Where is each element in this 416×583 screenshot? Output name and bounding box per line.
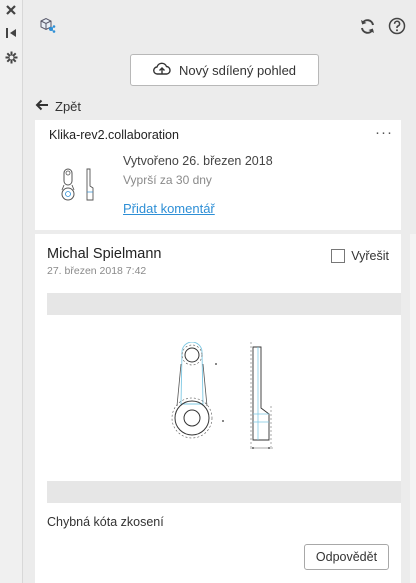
new-shared-view-button[interactable]: Nový sdílený pohled <box>130 54 319 86</box>
comment-date: 27. březen 2018 7:42 <box>47 265 147 277</box>
snapshot-top-bar <box>47 293 401 315</box>
comment-snapshot-drawing[interactable] <box>165 341 285 456</box>
collaboration-thumbnail[interactable] <box>51 166 105 206</box>
collaboration-title: Klika-rev2.collaboration <box>49 128 179 142</box>
comment-text: Chybná kóta zkosení <box>47 515 164 529</box>
resolve-checkbox[interactable] <box>331 249 346 263</box>
back-link[interactable]: Zpět <box>35 96 81 116</box>
add-comment-link[interactable]: Přidat komentář <box>123 201 215 216</box>
comment-item: Michal Spielmann 27. březen 2018 7:42 Vy… <box>35 234 401 583</box>
more-options-button[interactable]: ··· <box>375 124 393 141</box>
resolve-label: Vyřešit <box>351 249 389 263</box>
reply-button[interactable]: Odpovědět <box>304 544 389 570</box>
back-label: Zpět <box>55 98 82 114</box>
comment-author: Michal Spielmann <box>47 246 162 262</box>
resolve-toggle[interactable]: Vyřešit <box>331 249 389 263</box>
snapshot-bottom-bar <box>47 481 401 503</box>
settings-icon[interactable] <box>3 49 19 65</box>
left-toolstrip <box>0 0 22 583</box>
collaboration-panel: Nový sdílený pohled Zpět Klika-rev2.coll… <box>22 0 416 583</box>
refresh-icon[interactable] <box>357 16 377 36</box>
help-icon[interactable] <box>387 16 407 36</box>
collapse-panel-icon[interactable] <box>3 25 19 41</box>
cloud-upload-icon <box>153 62 171 79</box>
expires-info: Vyprší za 30 dny <box>123 173 212 187</box>
close-icon[interactable] <box>3 2 19 18</box>
new-shared-view-label: Nový sdílený pohled <box>178 62 297 78</box>
collaboration-card: Klika-rev2.collaboration ··· Vytvořeno 2… <box>35 120 401 230</box>
scrollbar[interactable] <box>410 234 416 583</box>
created-date: Vytvořeno 26. březen 2018 <box>123 154 273 168</box>
cube-share-icon[interactable] <box>37 15 57 35</box>
arrow-left-icon <box>35 99 49 114</box>
